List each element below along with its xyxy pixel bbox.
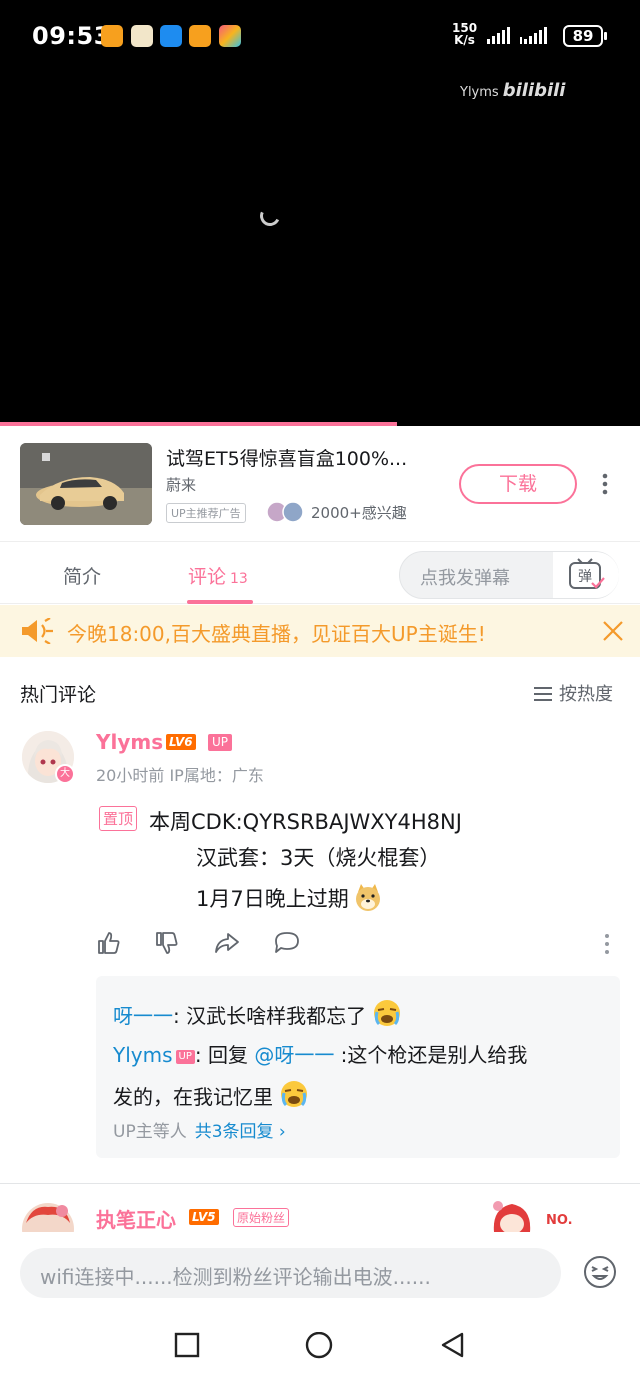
mention-link[interactable]: @呀一一 xyxy=(254,1043,334,1067)
reply-text: : 回复 xyxy=(194,1043,255,1067)
app-notification-icon xyxy=(101,25,123,47)
notice-banner[interactable]: 今晚18:00,百大盛典直播，见证百大UP主诞生! xyxy=(0,605,640,657)
danmaku-icon: 弹 xyxy=(569,558,605,589)
sort-label: 按热度 xyxy=(559,684,613,705)
dislike-icon[interactable] xyxy=(154,930,180,956)
ad-card[interactable]: 试驾ET5得惊喜盲盒100%... 蔚来 UP主推荐广告 2000+感兴趣 下载 xyxy=(0,426,640,542)
share-icon[interactable] xyxy=(213,930,241,956)
comment-text-line: 汉武套：3天（烧火棍套） xyxy=(196,846,441,870)
comment-username[interactable]: Ylyms xyxy=(96,730,163,754)
view-all-replies-link[interactable]: 共3条回复 › xyxy=(195,1122,286,1142)
emoji-icon[interactable] xyxy=(583,1255,617,1289)
pinned-badge: 置顶 xyxy=(99,806,138,831)
video-watermark: Ylyms bilibili xyxy=(460,80,565,101)
crying-emoji-icon xyxy=(281,1081,308,1107)
avatar[interactable] xyxy=(22,1203,74,1233)
net-speed: 150 K/s xyxy=(452,22,477,46)
hot-comments-title: 热门评论 xyxy=(20,684,97,706)
replies-box[interactable]: 呀一一: 汉武长啥样我都忘了 Ylyms UP: 回复 @呀一一 :这个枪还是别人… xyxy=(96,976,620,1158)
download-button[interactable]: 下载 xyxy=(459,464,577,504)
reply-item: 呀一一: 汉武长啥样我都忘了 xyxy=(113,998,402,1029)
fan-badge: 原始粉丝 xyxy=(233,1208,290,1227)
app-notification-icon xyxy=(219,25,241,47)
back-icon[interactable] xyxy=(440,1332,466,1360)
comment-text-segment: 1月7日晚上过期 xyxy=(196,887,349,911)
more-options-icon[interactable] xyxy=(603,933,611,955)
weather-notification-icon xyxy=(160,25,182,47)
reply-item-continued: 发的，在我记忆里 xyxy=(113,1079,309,1110)
interested-users-avatars xyxy=(266,501,304,523)
divider xyxy=(0,1183,640,1184)
sort-icon xyxy=(534,687,552,701)
comment-username[interactable]: 执笔正心 xyxy=(96,1204,176,1233)
watermark-brand: bilibili xyxy=(502,80,566,101)
comment-input[interactable]: wifi连接中......检测到粉丝评论输出电波...... xyxy=(20,1248,561,1298)
recents-icon[interactable] xyxy=(174,1332,200,1358)
more-options-icon[interactable] xyxy=(600,472,610,496)
signal-icon xyxy=(520,27,547,44)
reply-text: :这个枪还是别人给我 xyxy=(334,1043,528,1067)
danmaku-toggle-button[interactable]: 弹 xyxy=(553,552,619,598)
crying-emoji-icon xyxy=(374,1000,401,1026)
car-image-icon xyxy=(20,443,152,525)
ad-tag: UP主推荐广告 xyxy=(166,503,246,523)
ad-brand: 蔚来 xyxy=(166,476,197,494)
nga-notification-icon xyxy=(131,25,153,47)
ad-title[interactable]: 试驾ET5得惊喜盲盒100%... xyxy=(166,444,407,471)
doge-emoji-icon xyxy=(355,884,380,911)
comment-text-line: 本周CDK:QYRSRBAJWXY4H8NJ xyxy=(149,810,462,834)
decoration-icon: NO. xyxy=(493,1201,573,1232)
ad-interest-count: 2000+感兴趣 xyxy=(311,504,407,522)
speaker-icon xyxy=(22,618,53,644)
level-badge: LV5 xyxy=(189,1209,219,1225)
reply-item: Ylyms UP: 回复 @呀一一 :这个枪还是别人给我 xyxy=(113,1039,527,1068)
like-icon[interactable] xyxy=(96,930,122,956)
comment-meta: 20小时前 IP属地：广东 xyxy=(96,766,264,785)
system-nav-bar xyxy=(0,1310,640,1381)
reply-text: 发的，在我记忆里 xyxy=(113,1085,273,1109)
anime-avatar-icon xyxy=(22,1203,74,1233)
comment-text-line: 1月7日晚上过期 xyxy=(196,882,383,913)
reply-text: : 汉武长啥样我都忘了 xyxy=(173,1004,367,1028)
danmaku-input[interactable]: 点我发弹幕 弹 xyxy=(399,551,619,599)
level-badge: LV6 xyxy=(166,734,196,750)
tab-active-indicator xyxy=(187,600,253,604)
up-tag: UP xyxy=(208,734,233,751)
video-player[interactable]: 09:53 150 K/s 89 Ylyms bilibili xyxy=(0,0,640,426)
decoration-text: NO. xyxy=(546,1213,573,1228)
loading-spinner-icon xyxy=(257,203,283,229)
app-notification-icon xyxy=(189,25,211,47)
up-tag: UP xyxy=(175,1050,195,1064)
status-time: 09:53 xyxy=(32,22,111,50)
danmaku-placeholder: 点我发弹幕 xyxy=(420,568,510,589)
big-member-badge: 大 xyxy=(55,764,75,784)
sort-button[interactable]: 按热度 xyxy=(533,680,613,706)
tab-comments[interactable]: 评论 13 xyxy=(188,562,248,589)
signal-icon xyxy=(487,27,510,44)
close-icon[interactable] xyxy=(602,620,624,642)
tab-intro[interactable]: 简介 xyxy=(63,562,101,589)
tab-comments-label: 评论 xyxy=(188,566,227,588)
watermark-user: Ylyms xyxy=(460,85,499,100)
ad-thumbnail xyxy=(20,443,152,525)
reply-icon[interactable] xyxy=(273,930,301,956)
comment-input-placeholder: wifi连接中......检测到粉丝评论输出电波...... xyxy=(40,1265,431,1289)
comments-count: 13 xyxy=(230,571,248,587)
reply-username[interactable]: Ylyms xyxy=(113,1043,173,1067)
net-speed-unit: K/s xyxy=(454,33,475,47)
battery-indicator: 89 xyxy=(563,25,607,47)
status-bar: 09:53 150 K/s 89 xyxy=(0,0,640,72)
replies-footer[interactable]: UP主等人 共3条回复 › xyxy=(113,1117,286,1142)
reply-username[interactable]: 呀一一 xyxy=(113,1004,173,1028)
notice-text: 今晚18:00,百大盛典直播，见证百大UP主诞生! xyxy=(67,622,486,646)
decoration-card: NO. xyxy=(488,1196,578,1232)
home-icon[interactable] xyxy=(305,1332,333,1360)
replies-footer-who: UP主等人 xyxy=(113,1122,187,1142)
tab-bar: 简介 评论 13 点我发弹幕 弹 xyxy=(0,542,640,604)
danmaku-button-label: 弹 xyxy=(578,569,592,585)
